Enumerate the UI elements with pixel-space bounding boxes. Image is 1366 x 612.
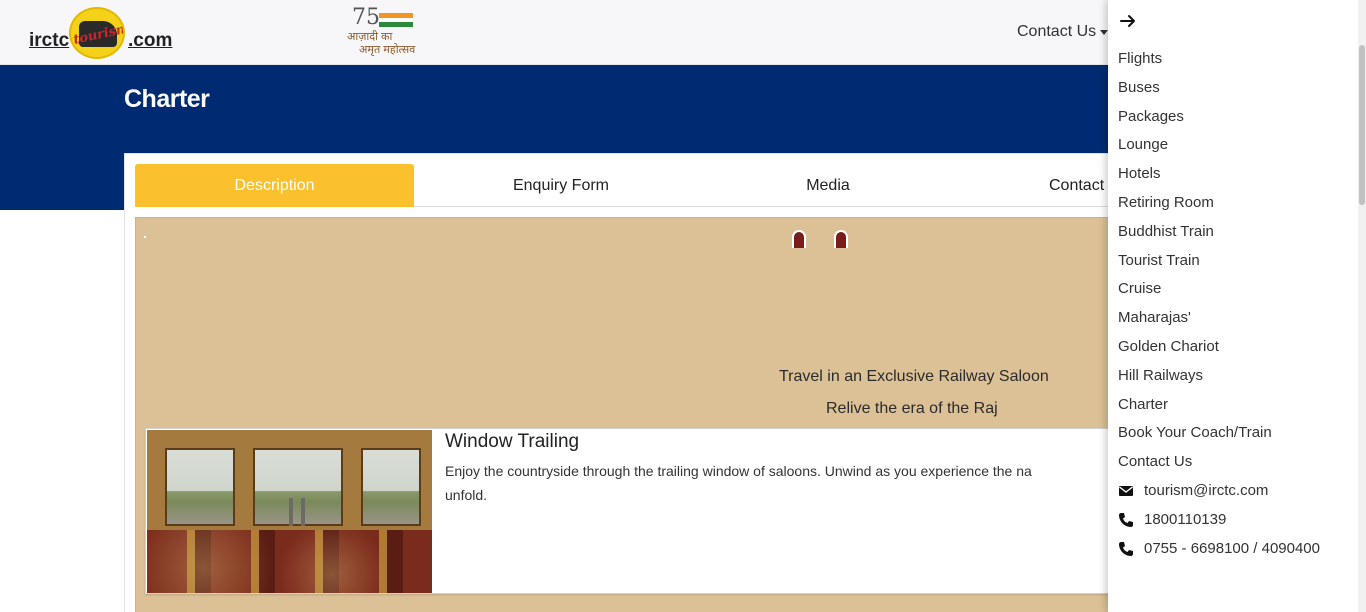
- tagline-exclusive-saloon: Travel in an Exclusive Railway Saloon: [779, 368, 1049, 385]
- arrow-right-icon[interactable]: [1118, 11, 1138, 31]
- menu-item-charter[interactable]: Charter: [1118, 396, 1168, 413]
- menu-item-lounge[interactable]: Lounge: [1118, 136, 1168, 153]
- feature-card: Window Trailing Enjoy the countryside th…: [145, 428, 1135, 594]
- tagline-era-of-raj: Relive the era of the Raj: [826, 400, 998, 417]
- charter-card: Description Enquiry Form Media Contact T…: [124, 153, 1135, 612]
- page-scrollbar[interactable]: [1358, 0, 1366, 612]
- saloon-window-photo: [147, 430, 432, 593]
- menu-item-buses[interactable]: Buses: [1118, 79, 1160, 96]
- menu-item-hill-railways[interactable]: Hill Railways: [1118, 367, 1203, 384]
- menu-item-packages[interactable]: Packages: [1118, 108, 1184, 125]
- contact-phone-tollfree[interactable]: 1800110139: [1118, 511, 1226, 528]
- phone-icon: [1119, 541, 1133, 556]
- scrollbar-thumb[interactable]: [1359, 45, 1365, 205]
- azadi-amrit-mahotsav-logo: 75 आज़ादी का अमृत महोत्सव: [347, 5, 427, 57]
- decorative-figures: [792, 230, 862, 250]
- contact-phone-landline[interactable]: 0755 - 6698100 / 4090400: [1118, 540, 1320, 557]
- phone-landline-text: 0755 - 6698100 / 4090400: [1144, 540, 1320, 557]
- menu-item-flights[interactable]: Flights: [1118, 50, 1162, 67]
- logo-text-com: .com: [128, 30, 173, 51]
- envelope-icon: [1119, 485, 1133, 496]
- menu-item-hotels[interactable]: Hotels: [1118, 165, 1161, 182]
- irctc-tourism-logo[interactable]: irctc tourism .com: [29, 7, 174, 59]
- menu-item-contact-us[interactable]: Contact Us: [1118, 453, 1192, 470]
- amrit-line2: अमृत महोत्सव: [359, 44, 416, 56]
- amrit-number: 75: [352, 5, 380, 30]
- side-menu-drawer: Flights Buses Packages Lounge Hotels Ret…: [1108, 0, 1358, 612]
- tab-description[interactable]: Description: [135, 164, 414, 207]
- menu-item-tourist-train[interactable]: Tourist Train: [1118, 252, 1200, 269]
- description-panel: Travel in an Exclusive Railway Saloon Re…: [135, 217, 1135, 612]
- phone-icon: [1119, 512, 1133, 527]
- email-text: tourism@irctc.com: [1144, 482, 1269, 499]
- tab-bar: Description Enquiry Form Media Contact: [135, 164, 1115, 207]
- tab-enquiry-form[interactable]: Enquiry Form: [421, 164, 701, 207]
- feature-title: Window Trailing: [445, 431, 580, 452]
- logo-badge: tourism: [69, 7, 125, 59]
- india-flag-icon: [379, 13, 413, 27]
- menu-item-retiring-room[interactable]: Retiring Room: [1118, 194, 1214, 211]
- menu-item-book-coach-train[interactable]: Book Your Coach/Train: [1118, 424, 1272, 441]
- tab-media[interactable]: Media: [688, 164, 968, 207]
- menu-item-maharajas[interactable]: Maharajas': [1118, 309, 1191, 326]
- contact-us-label: Contact Us: [1017, 23, 1097, 40]
- contact-email[interactable]: tourism@irctc.com: [1118, 482, 1268, 499]
- page-title: Charter: [124, 85, 210, 113]
- chevron-down-icon: [1100, 29, 1109, 35]
- contact-us-dropdown[interactable]: Contact Us: [1017, 23, 1109, 41]
- feature-description: Enjoy the countryside through the traili…: [445, 463, 1032, 503]
- decorative-dot: [144, 236, 146, 238]
- menu-item-buddhist-train[interactable]: Buddhist Train: [1118, 223, 1214, 240]
- menu-item-cruise[interactable]: Cruise: [1118, 280, 1161, 297]
- logo-text-irctc: irctc: [29, 30, 70, 51]
- phone-tollfree-text: 1800110139: [1144, 511, 1227, 528]
- menu-item-golden-chariot[interactable]: Golden Chariot: [1118, 338, 1219, 355]
